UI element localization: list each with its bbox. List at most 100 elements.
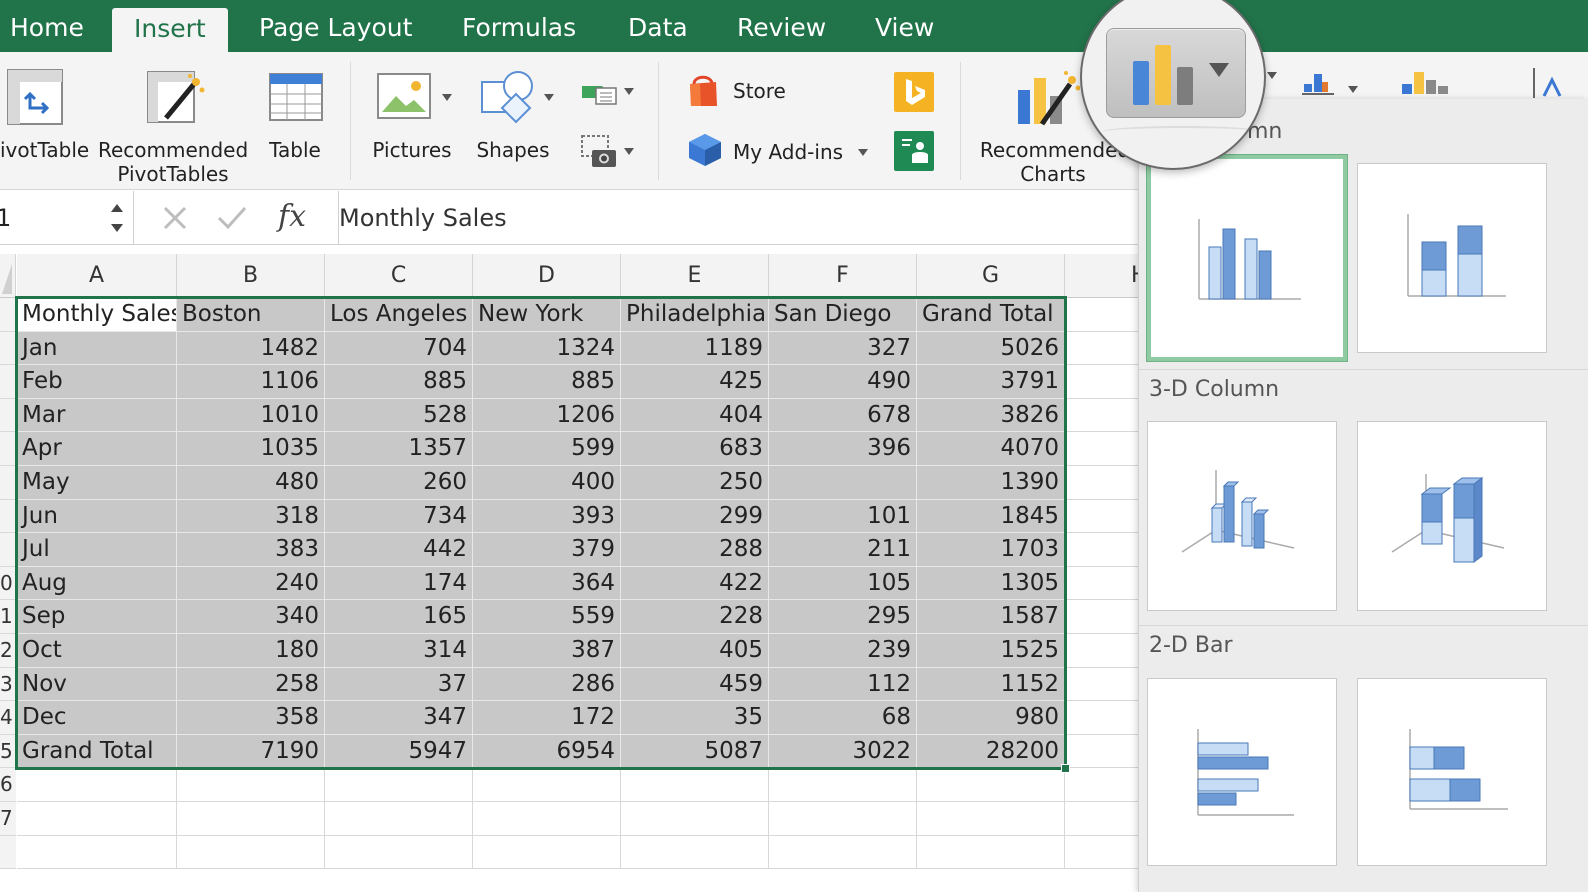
name-box[interactable]: 1 — [0, 191, 134, 245]
value-cell[interactable]: 295 — [769, 600, 917, 634]
value-cell[interactable]: 387 — [473, 634, 621, 668]
value-cell[interactable]: 5087 — [621, 734, 769, 769]
empty-cell[interactable] — [17, 802, 177, 836]
enter-check-icon[interactable] — [216, 203, 248, 233]
insert-function-fx-icon[interactable]: fx — [278, 191, 306, 245]
value-cell[interactable]: 480 — [177, 466, 325, 500]
empty-cell[interactable] — [1065, 432, 1140, 466]
value-cell[interactable]: 490 — [769, 365, 917, 399]
row-label-cell[interactable]: Aug — [17, 566, 177, 601]
value-cell[interactable]: 3022 — [769, 734, 917, 769]
value-cell[interactable]: 364 — [473, 566, 621, 601]
my-addins-dropdown-caret[interactable] — [858, 149, 868, 156]
empty-cell[interactable] — [473, 768, 621, 802]
empty-cell[interactable] — [177, 835, 325, 870]
row-label-cell[interactable]: Grand Total — [17, 734, 177, 769]
tab-home[interactable]: Home — [10, 0, 84, 52]
value-cell[interactable]: 1324 — [473, 331, 621, 366]
header-cell[interactable]: San Diego — [769, 298, 917, 332]
value-cell[interactable] — [769, 466, 917, 500]
value-cell[interactable]: 1525 — [917, 634, 1065, 668]
column-header-h[interactable]: H — [1065, 254, 1148, 298]
shapes-button[interactable] — [470, 52, 560, 190]
value-cell[interactable]: 112 — [769, 667, 917, 702]
empty-cell[interactable] — [17, 768, 177, 802]
value-cell[interactable]: 599 — [473, 432, 621, 466]
value-cell[interactable]: 1357 — [325, 432, 473, 466]
fill-handle[interactable] — [1061, 764, 1070, 774]
stacked-column-option[interactable] — [1357, 163, 1547, 353]
empty-cell[interactable] — [473, 835, 621, 870]
value-cell[interactable]: 286 — [473, 667, 621, 702]
empty-cell[interactable] — [1065, 802, 1140, 836]
value-cell[interactable]: 347 — [325, 701, 473, 735]
value-cell[interactable]: 172 — [473, 701, 621, 735]
value-cell[interactable]: 4070 — [917, 432, 1065, 466]
value-cell[interactable]: 400 — [473, 466, 621, 500]
row-label-cell[interactable]: Jun — [17, 499, 177, 534]
row-label-cell[interactable]: Feb — [17, 365, 177, 399]
row-header[interactable] — [0, 432, 16, 466]
empty-cell[interactable] — [621, 835, 769, 870]
tab-insert[interactable]: Insert — [112, 8, 228, 52]
header-cell[interactable]: Grand Total — [917, 298, 1065, 332]
empty-cell[interactable] — [769, 768, 917, 802]
value-cell[interactable]: 101 — [769, 499, 917, 534]
empty-cell[interactable] — [621, 802, 769, 836]
cancel-x-icon[interactable] — [160, 203, 190, 233]
row-header[interactable]: 3 — [0, 667, 16, 702]
empty-cell[interactable] — [17, 835, 177, 870]
row-header[interactable] — [0, 331, 16, 366]
row-label-cell[interactable]: Dec — [17, 701, 177, 735]
empty-cell[interactable] — [325, 802, 473, 836]
column-header-a[interactable]: A — [17, 254, 177, 298]
column-header-b[interactable]: B — [177, 254, 325, 298]
value-cell[interactable]: 383 — [177, 533, 325, 567]
row-header[interactable]: 2 — [0, 634, 16, 668]
value-cell[interactable]: 704 — [325, 331, 473, 366]
row-header[interactable]: 5 — [0, 734, 16, 769]
empty-cell[interactable] — [769, 802, 917, 836]
shapes-dropdown-caret[interactable] — [544, 94, 554, 101]
empty-cell[interactable] — [1065, 466, 1140, 500]
value-cell[interactable]: 260 — [325, 466, 473, 500]
value-cell[interactable]: 35 — [621, 701, 769, 735]
empty-cell[interactable] — [1065, 634, 1140, 668]
row-label-cell[interactable]: Oct — [17, 634, 177, 668]
value-cell[interactable]: 393 — [473, 499, 621, 534]
empty-cell[interactable] — [325, 835, 473, 870]
header-cell[interactable]: Monthly Sales — [17, 298, 177, 332]
tab-formulas[interactable]: Formulas — [462, 0, 576, 52]
value-cell[interactable]: 28200 — [917, 734, 1065, 769]
name-box-stepper-icon[interactable] — [108, 198, 126, 238]
empty-cell[interactable] — [1065, 533, 1140, 567]
value-cell[interactable]: 425 — [621, 365, 769, 399]
empty-cell[interactable] — [1065, 398, 1140, 433]
row-label-cell[interactable]: Apr — [17, 432, 177, 466]
empty-cell[interactable] — [177, 802, 325, 836]
smartart-button[interactable] — [576, 76, 638, 110]
value-cell[interactable]: 1206 — [473, 398, 621, 433]
value-cell[interactable]: 1010 — [177, 398, 325, 433]
insert-column-chart-button[interactable] — [1106, 28, 1246, 118]
row-header[interactable]: 6 — [0, 768, 16, 802]
value-cell[interactable]: 1106 — [177, 365, 325, 399]
value-cell[interactable]: 1703 — [917, 533, 1065, 567]
value-cell[interactable]: 1152 — [917, 667, 1065, 702]
value-cell[interactable]: 340 — [177, 600, 325, 634]
value-cell[interactable]: 228 — [621, 600, 769, 634]
tab-page-layout[interactable]: Page Layout — [259, 0, 412, 52]
value-cell[interactable]: 422 — [621, 566, 769, 601]
empty-cell[interactable] — [1065, 835, 1140, 870]
line-chart-partial-icon[interactable] — [1530, 66, 1570, 100]
people-graph-button[interactable] — [894, 131, 934, 171]
value-cell[interactable]: 683 — [621, 432, 769, 466]
pictures-button[interactable] — [364, 52, 460, 190]
value-cell[interactable]: 885 — [473, 365, 621, 399]
value-cell[interactable]: 678 — [769, 398, 917, 433]
3d-stacked-column-option[interactable] — [1357, 421, 1547, 611]
value-cell[interactable]: 459 — [621, 667, 769, 702]
formula-input[interactable]: Monthly Sales — [338, 191, 1138, 245]
empty-cell[interactable] — [1065, 365, 1140, 399]
tab-review[interactable]: Review — [737, 0, 826, 52]
